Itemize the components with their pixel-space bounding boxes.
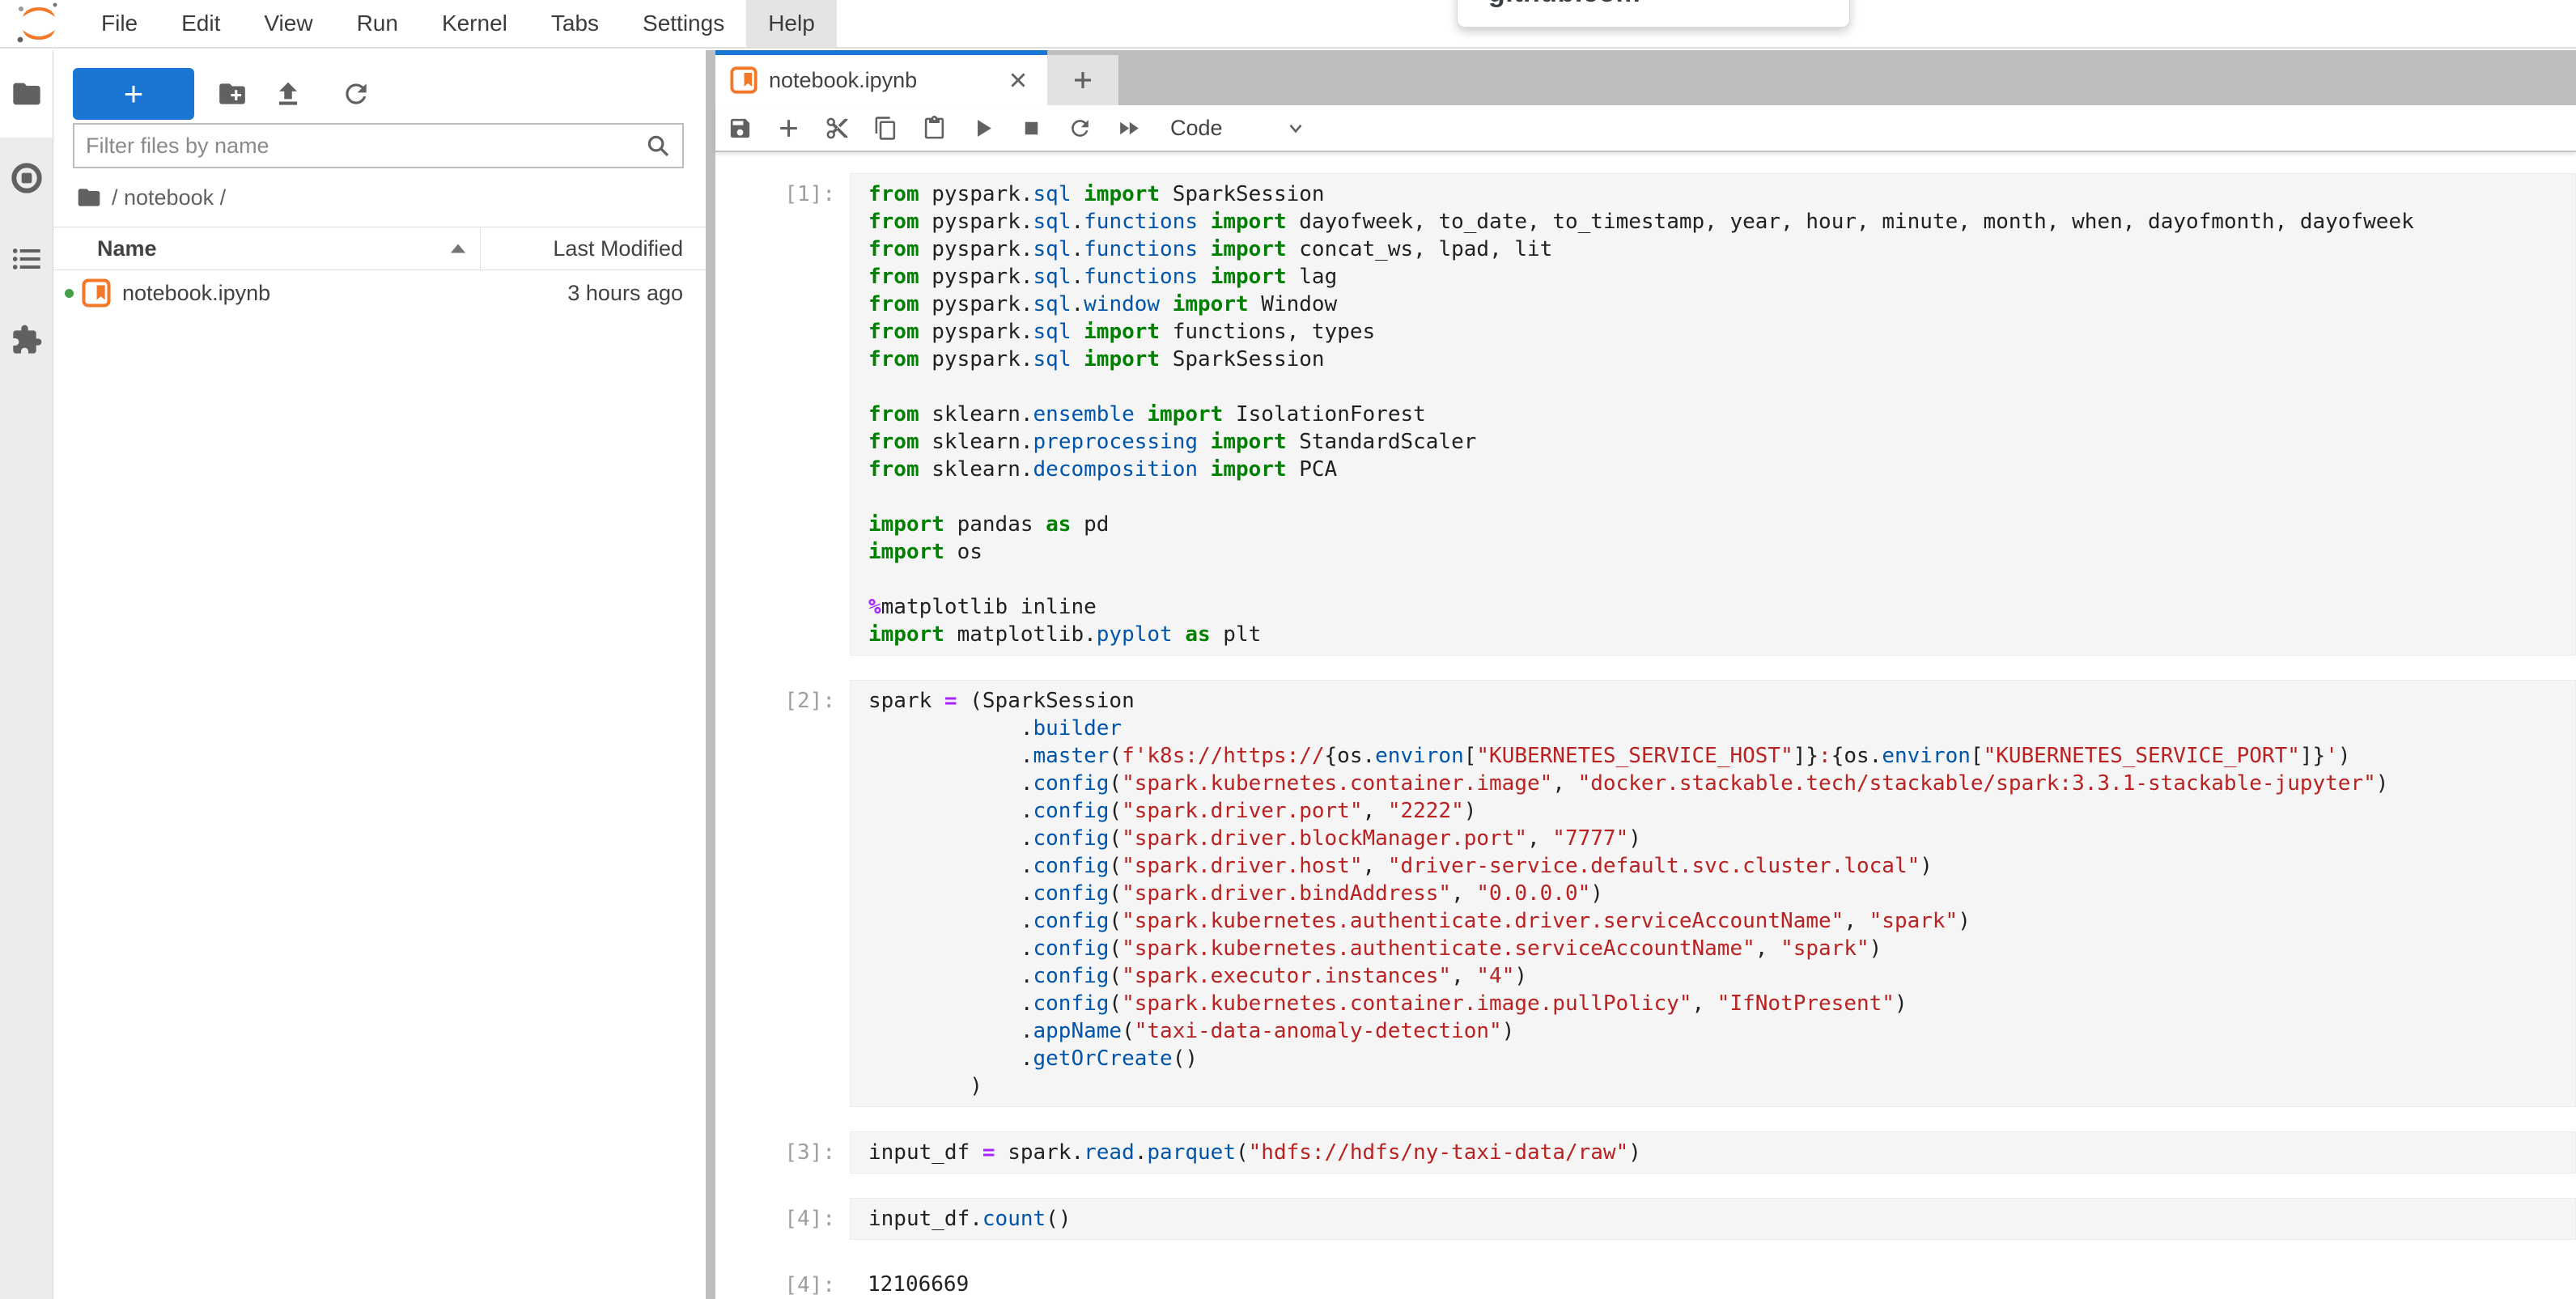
tab-close-button[interactable]	[1004, 66, 1033, 95]
code-cell[interactable]: [2]:spark = (SparkSession .builder .mast…	[715, 680, 2576, 1107]
dock-panel: notebook.ipynb	[715, 50, 2576, 1299]
input-prompt: [1]:	[715, 173, 850, 656]
file-filter-placeholder: Filter files by name	[86, 134, 645, 159]
sort-ascending-icon	[449, 242, 467, 255]
paste-cell-button[interactable]	[910, 108, 958, 147]
tab-notebook[interactable]: notebook.ipynb	[715, 50, 1047, 105]
sidebar-tab-table-of-contents[interactable]	[0, 219, 53, 299]
menu-view[interactable]: View	[242, 0, 334, 47]
scissors-icon	[825, 116, 850, 141]
cell-editor[interactable]: from pyspark.sql import SparkSessionfrom…	[850, 173, 2576, 656]
notebook-toolbar: Code	[715, 105, 2576, 152]
save-icon	[728, 116, 753, 141]
output-text: 12106669	[850, 1264, 969, 1299]
sidebar-tab-running-kernels[interactable]	[0, 138, 53, 219]
sidebar-tab-file-browser[interactable]	[0, 50, 53, 138]
list-icon	[11, 243, 43, 275]
new-launcher-button[interactable]: +	[73, 68, 194, 120]
tab-title: notebook.ipynb	[769, 68, 917, 93]
stop-icon	[1019, 116, 1044, 141]
file-list-header: Name Last Modified	[53, 227, 706, 270]
folder-icon	[11, 78, 43, 110]
menu-settings[interactable]: Settings	[621, 0, 746, 47]
run-cell-button[interactable]	[958, 108, 1007, 147]
restart-kernel-button[interactable]	[1055, 108, 1104, 147]
run-icon	[970, 116, 995, 141]
output-prompt: [4]:	[715, 1264, 850, 1299]
cell-editor[interactable]: input_df.count()	[850, 1198, 2576, 1240]
kernel-running-dot	[65, 289, 74, 298]
notebook-file-icon	[82, 278, 111, 308]
input-prompt: [3]:	[715, 1131, 850, 1174]
new-folder-icon	[217, 79, 248, 109]
browser-popup: github.com	[1457, 0, 1850, 28]
popup-domain-text: github.com	[1488, 0, 1640, 8]
upload-icon	[273, 79, 303, 109]
panel-splitter[interactable]	[706, 50, 715, 1299]
notebook-content: [1]:from pyspark.sql import SparkSession…	[715, 152, 2576, 1299]
menu-edit[interactable]: Edit	[159, 0, 242, 47]
puzzle-icon	[11, 324, 43, 356]
code-cell[interactable]: [3]:input_df = spark.read.parquet("hdfs:…	[715, 1131, 2576, 1174]
code-cell[interactable]: [4]:input_df.count()	[715, 1198, 2576, 1240]
paste-icon	[922, 116, 947, 141]
input-prompt: [2]:	[715, 680, 850, 1107]
new-tab-button[interactable]	[1047, 55, 1118, 105]
close-icon	[1008, 70, 1029, 91]
file-name: notebook.ipynb	[122, 281, 270, 306]
column-name-label: Name	[97, 236, 157, 261]
menu-items: File Edit View Run Kernel Tabs Settings …	[79, 0, 837, 47]
sidebar-tab-extensions[interactable]	[0, 299, 53, 380]
jupyter-logo-icon	[13, 2, 65, 45]
cell-type-value: Code	[1170, 116, 1223, 141]
cell-editor[interactable]: spark = (SparkSession .builder .master(f…	[850, 680, 2576, 1107]
breadcrumb-path: / notebook /	[112, 185, 226, 210]
file-browser-panel: + Filter files by name	[53, 50, 706, 1299]
menu-help[interactable]: Help	[746, 0, 837, 47]
code-cell[interactable]: [1]:from pyspark.sql import SparkSession…	[715, 173, 2576, 656]
menu-tabs[interactable]: Tabs	[529, 0, 621, 47]
activity-bar	[0, 50, 53, 1299]
cell-type-dropdown[interactable]: Code	[1170, 116, 1306, 141]
refresh-icon	[341, 79, 371, 109]
menu-file[interactable]: File	[79, 0, 159, 47]
plus-icon	[776, 116, 801, 141]
stop-circle-icon	[11, 162, 43, 194]
file-filter-input[interactable]: Filter files by name	[73, 123, 684, 168]
restart-icon	[1067, 116, 1093, 141]
plus-icon	[1071, 68, 1095, 92]
home-folder-icon	[76, 185, 102, 210]
save-button[interactable]	[715, 108, 764, 147]
breadcrumb[interactable]: / notebook /	[76, 180, 226, 215]
column-header-modified[interactable]: Last Modified	[480, 227, 706, 270]
input-prompt: [4]:	[715, 1198, 850, 1240]
cell-output-row[interactable]: [4]:12106669	[715, 1264, 2576, 1299]
notebook-tab-icon	[730, 66, 758, 94]
new-folder-button[interactable]	[214, 76, 250, 112]
stop-kernel-button[interactable]	[1007, 108, 1055, 147]
menu-run[interactable]: Run	[335, 0, 420, 47]
chevron-down-icon	[1285, 117, 1306, 138]
upload-button[interactable]	[270, 76, 306, 112]
column-header-name[interactable]: Name	[53, 236, 480, 261]
search-icon	[645, 133, 671, 159]
file-row-notebook[interactable]: notebook.ipynb 3 hours ago	[53, 270, 706, 316]
file-modified: 3 hours ago	[567, 281, 706, 306]
workspace: + Filter files by name	[0, 50, 2576, 1299]
menu-kernel[interactable]: Kernel	[420, 0, 529, 47]
menu-bar: File Edit View Run Kernel Tabs Settings …	[0, 0, 2576, 49]
fast-forward-icon	[1116, 116, 1141, 141]
jupyter-logo	[13, 2, 65, 45]
refresh-button[interactable]	[338, 76, 374, 112]
restart-run-all-button[interactable]	[1104, 108, 1152, 147]
copy-icon	[873, 116, 898, 141]
cell-editor[interactable]: input_df = spark.read.parquet("hdfs://hd…	[850, 1131, 2576, 1174]
add-cell-button[interactable]	[764, 108, 813, 147]
cut-cell-button[interactable]	[813, 108, 861, 147]
copy-cell-button[interactable]	[861, 108, 910, 147]
dock-tab-bar: notebook.ipynb	[715, 50, 2576, 105]
